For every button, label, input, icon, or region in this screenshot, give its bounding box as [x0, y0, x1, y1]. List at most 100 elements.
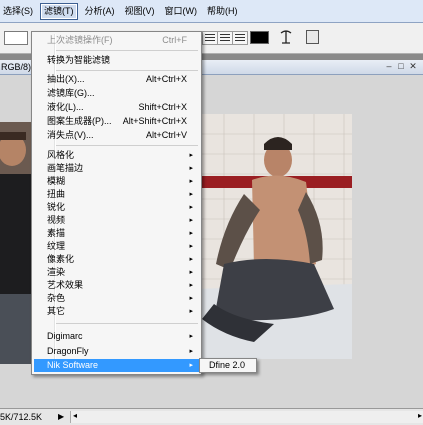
- document-size: 5K/712.5K: [0, 412, 43, 422]
- menu-item-filter-gallery[interactable]: 滤镜库(G)...: [34, 87, 199, 100]
- menu-item-label: 像素化: [47, 254, 75, 264]
- menu-item-label: 视频: [47, 215, 66, 225]
- menu-item-label: 素描: [47, 228, 66, 238]
- menu-item-label: 上次滤镜操作(F): [47, 35, 113, 45]
- menu-item-shortcut: Shift+Ctrl+X: [138, 102, 187, 112]
- menu-item-label: DragonFly: [47, 346, 89, 356]
- menu-item-nik-software[interactable]: Nik Software ▸: [34, 359, 199, 372]
- menu-item-label: 滤镜库(G)...: [47, 88, 95, 98]
- menu-separator: [56, 145, 198, 146]
- menu-item-pixelate[interactable]: 像素化 ▸: [34, 253, 199, 266]
- menu-item-shortcut: Alt+Ctrl+V: [145, 130, 187, 140]
- menu-help[interactable]: 帮助(H): [204, 4, 241, 19]
- menu-item-label: Nik Software: [47, 360, 99, 370]
- menu-item-extract[interactable]: 抽出(X)... Alt+Ctrl+X: [34, 73, 199, 86]
- menu-item-label: 转换为智能滤镜: [47, 55, 111, 65]
- menu-item-video[interactable]: 视频 ▸: [34, 214, 199, 227]
- menu-item-label: 艺术效果: [47, 280, 84, 290]
- status-bar: 5K/712.5K ▶ ◂ ▸: [0, 408, 423, 425]
- menu-item-digimarc[interactable]: Digimarc ▸: [34, 330, 199, 343]
- menu-item-other[interactable]: 其它 ▸: [34, 305, 199, 318]
- menu-item-convert-smart-filter[interactable]: 转换为智能滤镜: [34, 54, 199, 67]
- menu-bar: 选择(S) 滤镜(T) 分析(A) 视图(V) 窗口(W) 帮助(H): [0, 0, 423, 23]
- menu-item-pattern-maker[interactable]: 图案生成器(P)... Alt+Shift+Ctrl+X: [34, 115, 199, 128]
- submenu-arrow-icon: ▸: [189, 269, 193, 276]
- scroll-right-icon[interactable]: ▸: [418, 411, 422, 420]
- text-color-swatch[interactable]: [250, 31, 269, 44]
- menu-item-label: 图案生成器(P)...: [47, 116, 112, 126]
- close-icon[interactable]: ✕: [408, 62, 418, 71]
- menu-item-label: 其它: [47, 306, 66, 316]
- nik-software-submenu: Dfine 2.0: [199, 358, 257, 373]
- menu-item-brush-strokes[interactable]: 画笔描边 ▸: [34, 162, 199, 175]
- font-size-field[interactable]: [4, 31, 28, 45]
- menu-item-shortcut: Ctrl+F: [162, 35, 187, 45]
- menu-item-label: Digimarc: [47, 331, 83, 341]
- status-menu-arrow-icon[interactable]: ▶: [58, 412, 64, 421]
- submenu-arrow-icon: ▸: [189, 178, 193, 185]
- menu-item-blur[interactable]: 模糊 ▸: [34, 175, 199, 188]
- menu-item-label: 抽出(X)...: [47, 74, 85, 84]
- character-panel-icon[interactable]: [306, 30, 319, 44]
- warp-text-icon[interactable]: [279, 29, 293, 45]
- menu-item-render[interactable]: 渲染 ▸: [34, 266, 199, 279]
- menu-filter[interactable]: 滤镜(T): [40, 2, 78, 20]
- submenu-arrow-icon: ▸: [189, 362, 193, 369]
- menu-item-sketch[interactable]: 素描 ▸: [34, 227, 199, 240]
- menu-item-texture[interactable]: 纹理 ▸: [34, 240, 199, 253]
- menu-separator: [56, 323, 198, 324]
- menu-item-label: 锐化: [47, 202, 66, 212]
- submenu-arrow-icon: ▸: [189, 348, 193, 355]
- photo-left-partial: [0, 122, 31, 364]
- menu-view[interactable]: 视图(V): [122, 4, 158, 19]
- submenu-arrow-icon: ▸: [189, 243, 193, 250]
- menu-item-label: 液化(L)...: [47, 102, 84, 112]
- menu-item-vanishing-point[interactable]: 消失点(V)... Alt+Ctrl+V: [34, 129, 199, 142]
- document-title: RGB/8): [1, 62, 32, 72]
- menu-item-shortcut: Alt+Shift+Ctrl+X: [122, 116, 187, 126]
- photo-image: [194, 114, 352, 359]
- submenu-arrow-icon: ▸: [189, 295, 193, 302]
- scroll-left-icon[interactable]: ◂: [73, 411, 77, 420]
- submenu-arrow-icon: ▸: [189, 256, 193, 263]
- menu-item-noise[interactable]: 杂色 ▸: [34, 292, 199, 305]
- minimize-icon[interactable]: –: [384, 62, 394, 71]
- menu-item-label: 消失点(V)...: [47, 130, 94, 140]
- menu-separator: [56, 70, 198, 71]
- menu-item-last-filter[interactable]: 上次滤镜操作(F) Ctrl+F: [34, 34, 199, 47]
- submenu-arrow-icon: ▸: [189, 152, 193, 159]
- horizontal-scrollbar[interactable]: ◂ ▸: [70, 411, 423, 423]
- menu-analysis[interactable]: 分析(A): [82, 4, 118, 19]
- menu-item-label: 风格化: [47, 150, 75, 160]
- menu-item-label: 画笔描边: [47, 163, 84, 173]
- menu-separator: [56, 50, 198, 51]
- submenu-item-dfine[interactable]: Dfine 2.0: [201, 360, 255, 371]
- align-right-button[interactable]: [232, 31, 248, 45]
- align-center-button[interactable]: [217, 31, 233, 45]
- submenu-arrow-icon: ▸: [189, 217, 193, 224]
- submenu-arrow-icon: ▸: [189, 308, 193, 315]
- filter-menu: 上次滤镜操作(F) Ctrl+F 转换为智能滤镜 抽出(X)... Alt+Ct…: [31, 31, 202, 375]
- menu-select[interactable]: 选择(S): [0, 4, 36, 19]
- menu-item-label: 模糊: [47, 176, 66, 186]
- submenu-item-label: Dfine 2.0: [209, 360, 246, 370]
- submenu-arrow-icon: ▸: [189, 282, 193, 289]
- menu-item-liquify[interactable]: 液化(L)... Shift+Ctrl+X: [34, 101, 199, 114]
- submenu-arrow-icon: ▸: [189, 333, 193, 340]
- submenu-arrow-icon: ▸: [189, 191, 193, 198]
- menu-item-label: 杂色: [47, 293, 66, 303]
- menu-item-label: 扭曲: [47, 189, 66, 199]
- align-left-button[interactable]: [202, 31, 218, 45]
- submenu-arrow-icon: ▸: [189, 165, 193, 172]
- submenu-arrow-icon: ▸: [189, 204, 193, 211]
- maximize-icon[interactable]: □: [396, 62, 406, 71]
- menu-item-distort[interactable]: 扭曲 ▸: [34, 188, 199, 201]
- menu-item-sharpen[interactable]: 锐化 ▸: [34, 201, 199, 214]
- menu-item-artistic[interactable]: 艺术效果 ▸: [34, 279, 199, 292]
- menu-item-label: 纹理: [47, 241, 66, 251]
- menu-item-stylize[interactable]: 风格化 ▸: [34, 149, 199, 162]
- menu-window[interactable]: 窗口(W): [162, 4, 201, 19]
- menu-item-shortcut: Alt+Ctrl+X: [145, 74, 187, 84]
- menu-item-label: 渲染: [47, 267, 66, 277]
- menu-item-dragonfly[interactable]: DragonFly ▸: [34, 345, 199, 358]
